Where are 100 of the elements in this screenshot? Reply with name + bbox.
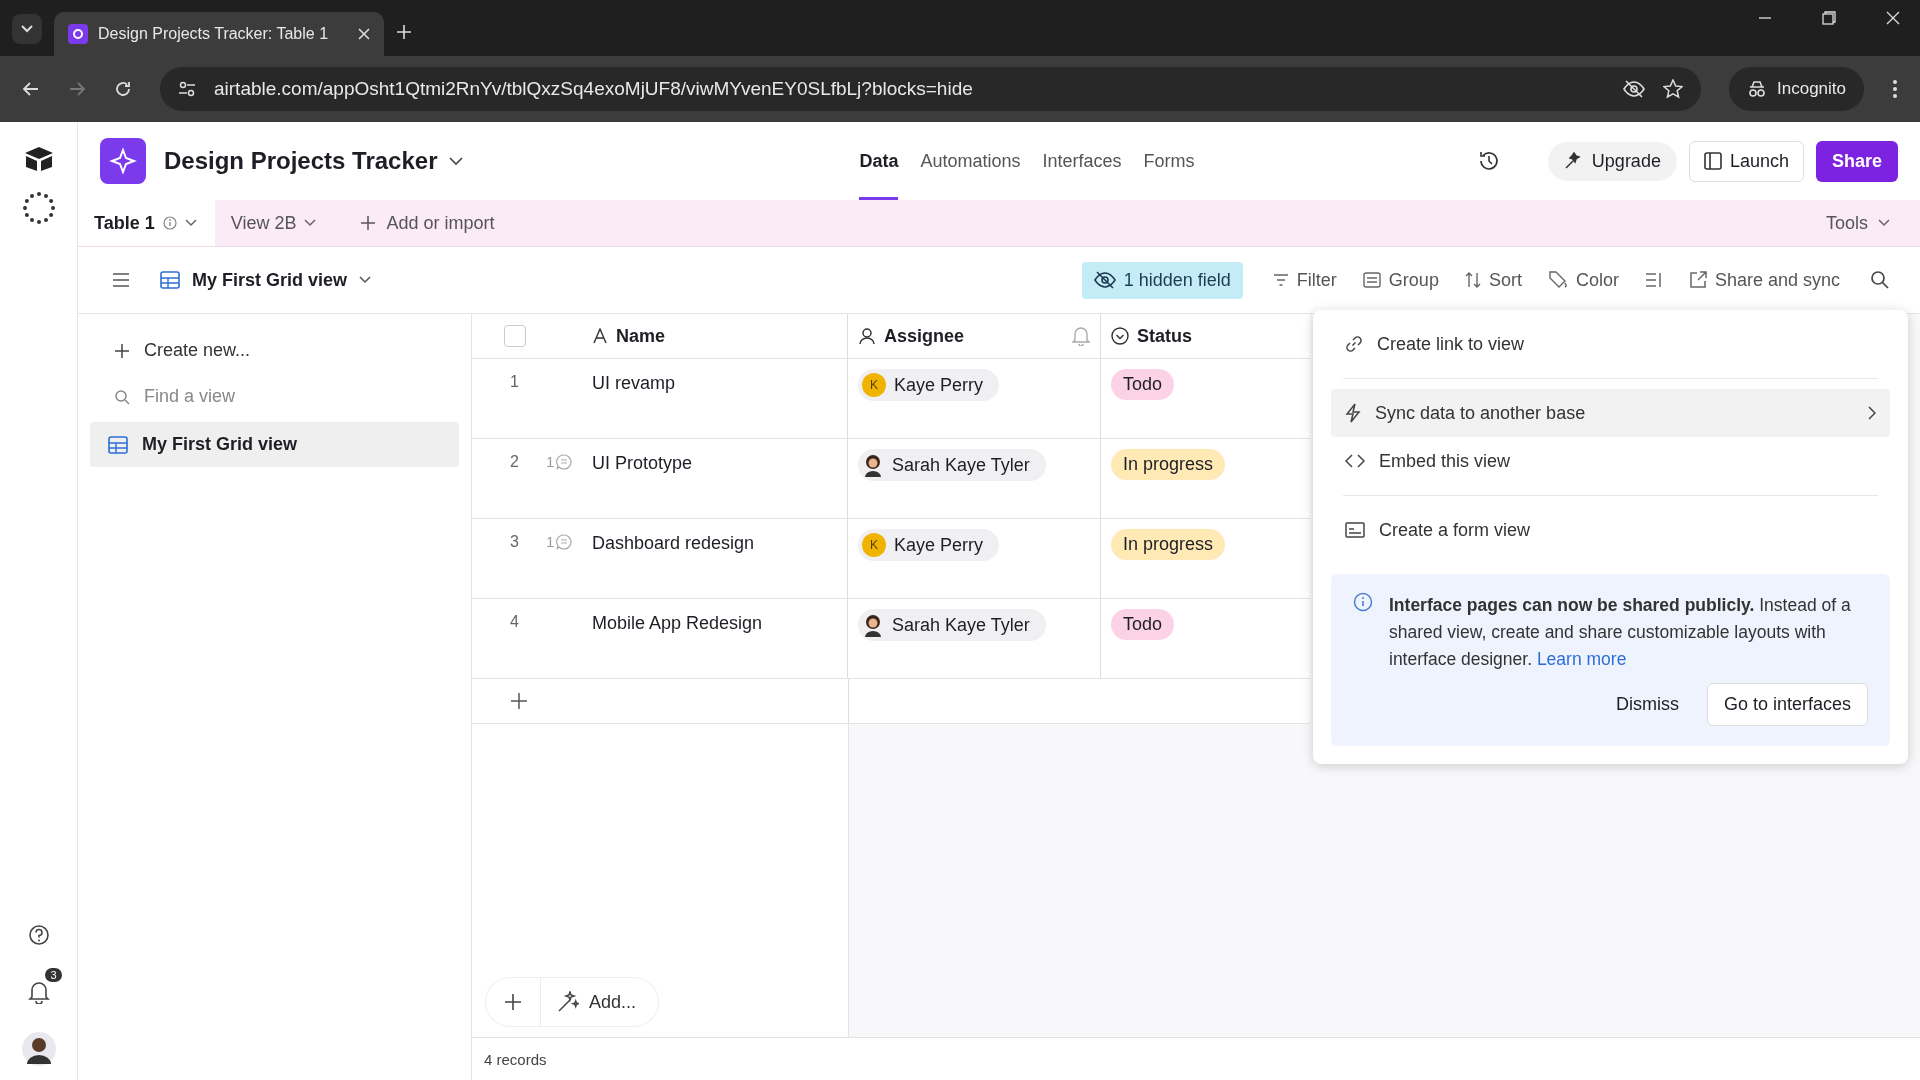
add-or-import-button[interactable]: Add or import	[360, 212, 495, 234]
form-icon	[1345, 522, 1365, 538]
view-switcher[interactable]: My First Grid view	[160, 269, 372, 291]
help-icon[interactable]	[27, 924, 50, 946]
search-icon[interactable]	[1870, 270, 1890, 290]
column-header[interactable]: Status	[1101, 314, 1310, 358]
plus-icon	[114, 342, 130, 359]
menu-icon[interactable]	[112, 273, 130, 287]
menu-item[interactable]: Create link to view	[1331, 320, 1890, 368]
assignee-chip: K Kaye Perry	[858, 369, 1000, 401]
group-button[interactable]: Group	[1362, 269, 1439, 291]
upgrade-button[interactable]: Upgrade	[1547, 141, 1677, 181]
sort-button[interactable]: Sort	[1464, 269, 1522, 291]
history-icon[interactable]	[1477, 150, 1500, 172]
menu-icon[interactable]	[1892, 79, 1898, 99]
star-icon[interactable]	[1663, 79, 1683, 99]
restore-icon[interactable]	[1822, 11, 1836, 25]
chevron-down-icon	[359, 276, 372, 284]
menu-item[interactable]: Sync data to another base	[1331, 389, 1890, 437]
create-new-button[interactable]: Create new...	[90, 330, 459, 371]
grid-icon	[108, 435, 128, 454]
add-with-ai-button[interactable]: Add...	[541, 991, 659, 1013]
close-icon[interactable]	[1886, 11, 1900, 25]
grid-icon	[160, 271, 180, 289]
share-button[interactable]: Share and sync	[1688, 269, 1840, 291]
back-icon[interactable]	[22, 80, 40, 98]
forward-icon[interactable]	[68, 80, 86, 98]
base-name[interactable]: Design Projects Tracker	[164, 147, 438, 175]
nav-tab[interactable]: Interfaces	[1042, 122, 1122, 200]
info-icon	[1353, 592, 1373, 612]
filter-button[interactable]: Filter	[1272, 269, 1337, 291]
lightning-icon	[1345, 403, 1361, 423]
eye-slash-icon[interactable]	[1623, 80, 1645, 98]
magic-wand-icon	[557, 991, 579, 1013]
new-tab-icon[interactable]	[396, 24, 412, 40]
comment-icon	[556, 453, 573, 470]
plus-icon	[360, 215, 377, 231]
avatar-initial: K	[862, 533, 886, 557]
row-height-icon	[1644, 272, 1663, 288]
row-number: 1	[510, 373, 520, 391]
incognito-button[interactable]: Incognito	[1729, 67, 1864, 111]
tools-button[interactable]: Tools	[1825, 212, 1890, 234]
address-bar[interactable]: airtable.com/appOsht1Qtmi2RnYv/tblQxzSq4exoMjUF8/viwMYvenEY0SLfbLj?blocks=hide	[160, 67, 1701, 111]
close-icon[interactable]	[358, 28, 370, 40]
incognito-icon	[1747, 81, 1767, 97]
base-logo-icon[interactable]	[100, 138, 146, 184]
status-tag: In progress	[1111, 449, 1226, 480]
column-header[interactable]: Assignee	[848, 314, 1101, 358]
assignee-chip: Sarah Kaye Tyler	[858, 609, 1046, 641]
menu-item[interactable]: Embed this view	[1331, 437, 1890, 485]
link-icon	[1345, 335, 1363, 353]
base-logo-icon	[68, 24, 88, 44]
chevron-down-icon[interactable]	[449, 156, 464, 166]
menu-item[interactable]: Create a form view	[1331, 506, 1890, 554]
status-tag: In progress	[1111, 529, 1226, 560]
reload-icon[interactable]	[114, 80, 132, 98]
name-cell-text: Mobile App Redesign	[592, 612, 763, 634]
avatar-icon	[862, 453, 884, 477]
chevron-down-icon	[21, 25, 33, 33]
external-link-icon	[1688, 271, 1707, 289]
sort-icon	[1464, 272, 1481, 288]
record-count: 4 records	[484, 1050, 547, 1068]
info-icon	[162, 216, 177, 230]
plus-icon	[504, 993, 522, 1011]
nav-tab[interactable]: Automations	[920, 122, 1021, 200]
row-number: 4	[510, 613, 520, 631]
avatar-icon[interactable]	[21, 1032, 56, 1066]
avatar-initial: K	[862, 373, 886, 397]
hidden-fields-button[interactable]: 1 hidden field	[1081, 261, 1243, 299]
add-row-icon[interactable]	[510, 692, 528, 710]
panel-icon	[1703, 152, 1722, 170]
browser-tab[interactable]: Design Projects Tracker: Table 1	[54, 12, 384, 56]
tab-search-button[interactable]	[12, 14, 42, 44]
person-icon	[858, 327, 876, 345]
site-settings-icon[interactable]	[178, 80, 196, 98]
learn-more-link[interactable]: Learn more	[1536, 649, 1627, 669]
status-tag: Todo	[1111, 369, 1175, 400]
find-view-field[interactable]: Find a view	[142, 385, 396, 408]
name-cell-text: UI revamp	[592, 372, 676, 394]
view-list-item[interactable]: My First Grid view	[90, 422, 459, 467]
select-all-checkbox[interactable]	[504, 325, 526, 347]
bell-icon[interactable]	[27, 980, 50, 1004]
url-text: airtable.com/appOsht1Qtmi2RnYv/tblQxzSq4exoMjUF8/viwMYvenEY0SLfbLj?blocks=hide	[214, 78, 973, 100]
row-number: 3	[510, 533, 520, 551]
row-height-button[interactable]	[1644, 272, 1663, 288]
chevron-down-icon	[184, 219, 197, 227]
table-tab[interactable]: Table 1	[78, 200, 215, 246]
nav-tab[interactable]: Forms	[1143, 122, 1195, 200]
notification-badge: 3	[45, 968, 62, 982]
color-button[interactable]: Color	[1547, 269, 1619, 291]
share-button[interactable]: Share	[1815, 140, 1898, 182]
assignee-chip: Sarah Kaye Tyler	[858, 449, 1046, 481]
table-tab[interactable]: View 2B	[214, 200, 333, 246]
column-header[interactable]: Name	[592, 314, 848, 358]
launch-button[interactable]: Launch	[1688, 140, 1804, 182]
loading-spinner-icon	[20, 190, 57, 226]
dismiss-button[interactable]: Dismiss	[1615, 694, 1679, 715]
go-to-interfaces-button[interactable]: Go to interfaces	[1706, 683, 1868, 726]
status-tag: Todo	[1111, 609, 1175, 640]
list-icon	[1362, 272, 1381, 288]
